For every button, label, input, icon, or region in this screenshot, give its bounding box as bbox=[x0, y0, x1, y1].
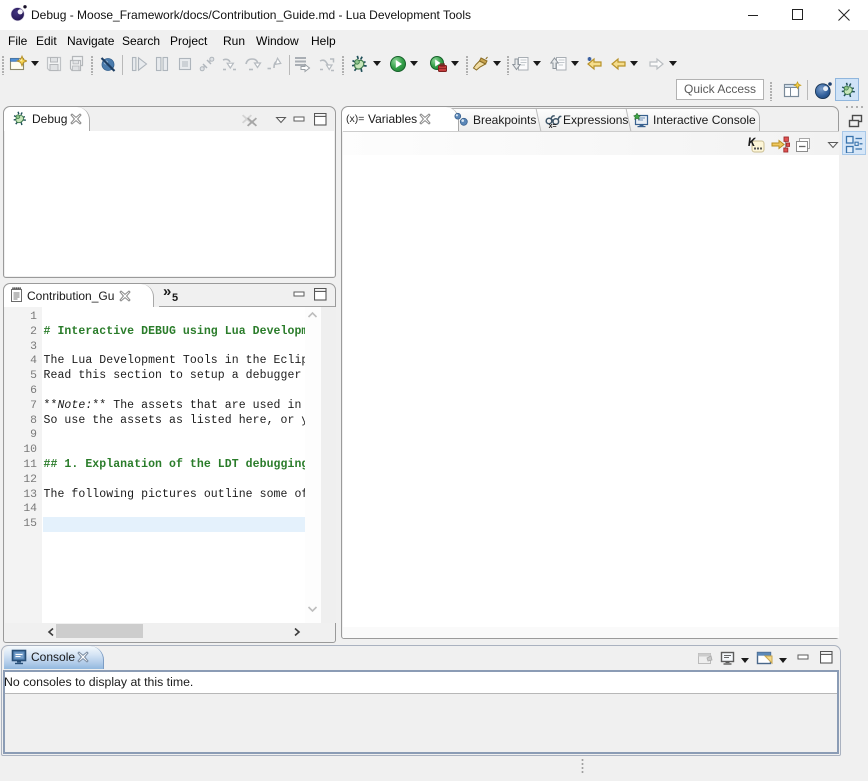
svg-text:x=: x= bbox=[549, 123, 557, 129]
